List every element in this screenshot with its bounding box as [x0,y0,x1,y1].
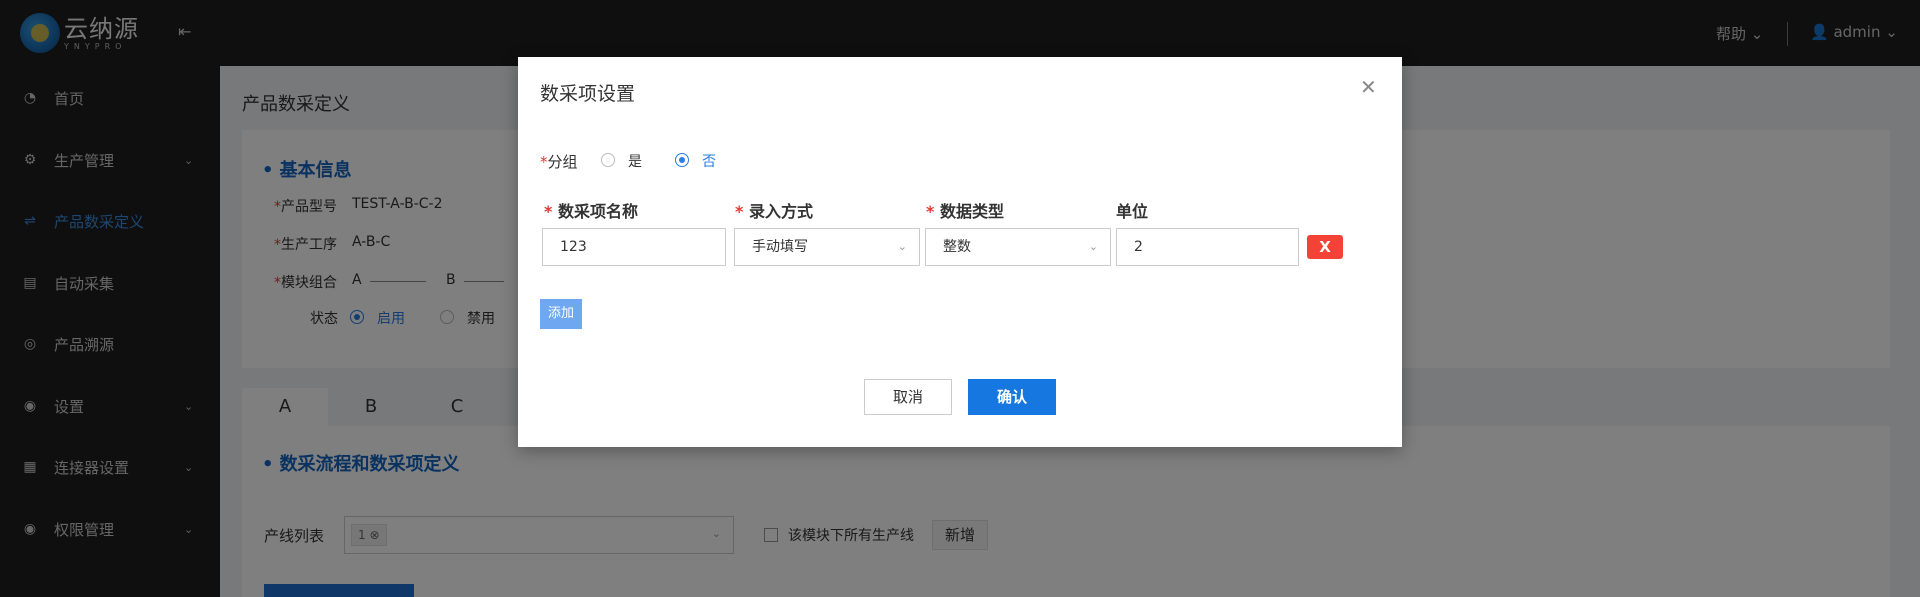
data-item-settings-modal: 数采项设置 ✕ *分组 是 否 * 数采项名称 * 录入方式 * 数据类型 单位… [518,57,1402,447]
data-type-value: 整数 [943,239,971,255]
group-no-radio[interactable] [675,153,689,167]
group-yes-radio[interactable] [601,153,615,167]
col-head-name: * 数采项名称 [544,202,638,221]
group-label: *分组 [540,153,578,171]
confirm-button[interactable]: 确认 [968,379,1056,415]
input-method-select[interactable]: 手动填写 ⌄ [734,228,920,266]
col-head-input-method: * 录入方式 [735,202,813,221]
input-method-value: 手动填写 [752,239,808,255]
delete-row-button[interactable]: X [1307,235,1343,259]
chevron-down-icon: ⌄ [897,240,907,253]
chevron-down-icon: ⌄ [1088,240,1098,253]
group-yes-label: 是 [628,154,642,170]
add-button[interactable]: 添加 [540,299,582,329]
data-type-select[interactable]: 整数 ⌄ [925,228,1111,266]
unit-input[interactable]: 2 [1116,228,1299,266]
close-icon[interactable]: ✕ [1360,77,1377,97]
data-item-name-input[interactable]: 123 [542,228,726,266]
col-head-data-type: * 数据类型 [926,202,1004,221]
cancel-button[interactable]: 取消 [864,379,952,415]
modal-title: 数采项设置 [540,83,636,105]
group-no-label: 否 [702,154,716,170]
col-head-unit: 单位 [1116,202,1149,221]
